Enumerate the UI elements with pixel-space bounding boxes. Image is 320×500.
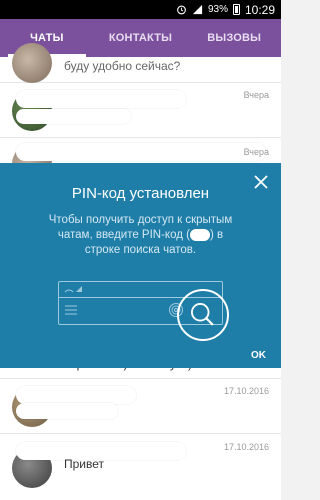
battery-percent: 93% bbox=[207, 4, 228, 15]
redacted-name bbox=[16, 90, 186, 108]
chat-row[interactable]: буду удобно сейчас? bbox=[0, 43, 281, 83]
chat-date: Вчера bbox=[243, 90, 269, 100]
avatar bbox=[12, 43, 52, 83]
chat-row[interactable]: Вчера bbox=[0, 83, 281, 138]
pin-description: Чтобы получить доступ к скрытым чатам, в… bbox=[48, 214, 233, 256]
status-bar: 93% 10:29 bbox=[0, 0, 281, 19]
redacted-preview bbox=[16, 109, 131, 124]
redacted-pin bbox=[189, 228, 210, 241]
chat-date: 17.10.2016 bbox=[223, 442, 269, 452]
redacted-preview bbox=[16, 403, 118, 419]
search-icon bbox=[177, 289, 229, 341]
redacted-name bbox=[16, 143, 266, 161]
chat-date: 17.10.2016 bbox=[223, 386, 269, 396]
signal-icon bbox=[192, 4, 203, 15]
pin-title: PIN-код установлен bbox=[71, 185, 210, 202]
chat-date: Вчера bbox=[243, 147, 269, 157]
redacted-name bbox=[16, 386, 136, 404]
battery-icon bbox=[232, 4, 240, 15]
ok-button[interactable]: OK bbox=[251, 350, 266, 361]
alarm-icon bbox=[177, 5, 186, 15]
chat-row[interactable]: Привет 17.10.2016 bbox=[0, 434, 281, 500]
clock: 10:29 bbox=[244, 2, 275, 17]
pin-code-set-banner: PIN-код установлен Чтобы получить доступ… bbox=[0, 163, 281, 368]
wifi-icon bbox=[64, 286, 82, 293]
menu-icon bbox=[65, 305, 77, 315]
chat-preview: Привет bbox=[64, 457, 105, 471]
chat-preview: буду удобно сейчас? bbox=[64, 59, 181, 73]
chat-row[interactable]: 17.10.2016 bbox=[0, 379, 281, 434]
